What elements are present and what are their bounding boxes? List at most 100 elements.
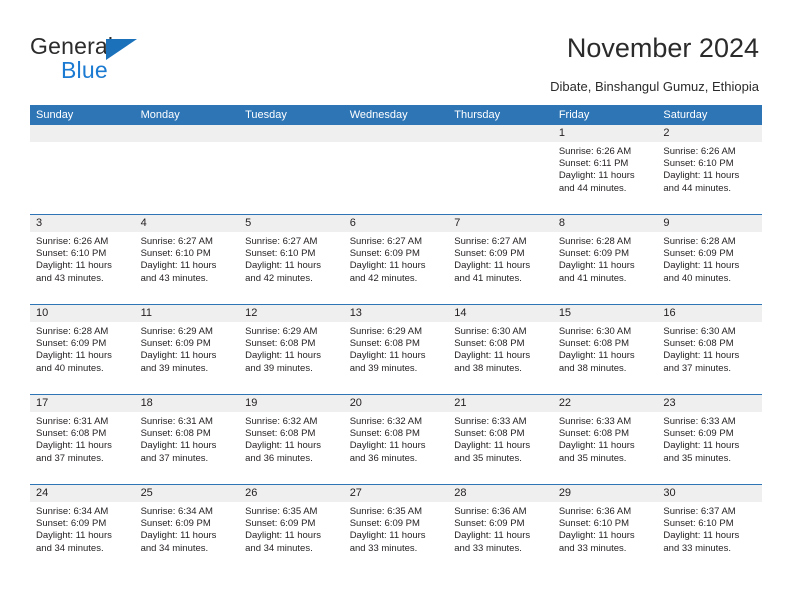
- sunrise-text: Sunrise: 6:32 AM: [349, 416, 423, 427]
- daylight-text-line1: Daylight: 11 hours: [245, 530, 321, 542]
- daylight-text-line2: and 38 minutes.: [558, 362, 627, 374]
- daylight-text-line1: Daylight: 11 hours: [245, 350, 321, 362]
- calendar-day-cell[interactable]: 22 Sunrise: 6:33 AM Sunset: 6:08 PM Dayligh…: [552, 395, 658, 484]
- calendar-day-cell[interactable]: 26 Sunrise: 6:35 AM Sunset: 6:09 PM Dayligh…: [239, 485, 344, 574]
- daylight-text-line2: and 44 minutes.: [663, 182, 731, 194]
- daylight-text-line1: Daylight: 11 hours: [663, 170, 740, 182]
- calendar-day-cell[interactable]: 17 Sunrise: 6:31 AM Sunset: 6:08 PM Dayligh…: [30, 395, 135, 484]
- sunrise-text: Sunrise: 6:31 AM: [140, 416, 213, 427]
- calendar-day-number: [30, 125, 135, 142]
- sunrise-text: Sunrise: 6:28 AM: [36, 326, 109, 337]
- daylight-text-line2: and 34 minutes.: [245, 542, 313, 554]
- sunrise-text: Sunrise: 6:33 AM: [558, 416, 632, 427]
- calendar-day-number: 30: [657, 485, 762, 502]
- daylight-text-line2: and 44 minutes.: [558, 182, 627, 194]
- sunrise-text: Sunrise: 6:33 AM: [454, 416, 527, 427]
- calendar-day-details: Sunrise: 6:32 AM Sunset: 6:08 PM Daylight:…: [239, 412, 344, 465]
- calendar-day-cell[interactable]: 3 Sunrise: 6:26 AM Sunset: 6:10 PM Daylight…: [30, 215, 135, 304]
- calendar-day-cell[interactable]: 15 Sunrise: 6:30 AM Sunset: 6:08 PM Dayligh…: [552, 305, 658, 394]
- calendar-day-cell[interactable]: 25 Sunrise: 6:34 AM Sunset: 6:09 PM Dayligh…: [134, 485, 240, 574]
- calendar-day-cell[interactable]: 24 Sunrise: 6:34 AM Sunset: 6:09 PM Dayligh…: [30, 485, 135, 574]
- sunset-text: Sunset: 6:08 PM: [349, 428, 420, 440]
- daylight-text-line1: Daylight: 11 hours: [663, 350, 740, 362]
- calendar-day-number: 1: [552, 125, 658, 142]
- calendar-day-cell[interactable]: 16 Sunrise: 6:30 AM Sunset: 6:08 PM Dayligh…: [657, 305, 762, 394]
- calendar-day-details: Sunrise: 6:29 AM Sunset: 6:08 PM Daylight:…: [344, 322, 449, 375]
- calendar-day-details: Sunrise: 6:31 AM Sunset: 6:08 PM Daylight:…: [135, 412, 240, 465]
- sunset-text: Sunset: 6:09 PM: [36, 338, 107, 350]
- sunrise-text: Sunrise: 6:26 AM: [36, 236, 109, 247]
- weekday-header-wednesday: Wednesday: [349, 109, 408, 121]
- sunset-text: Sunset: 6:08 PM: [558, 428, 630, 440]
- calendar-day-cell[interactable]: 27 Sunrise: 6:35 AM Sunset: 6:09 PM Dayligh…: [343, 485, 449, 574]
- sunset-text: Sunset: 6:09 PM: [454, 248, 525, 260]
- calendar-day-cell[interactable]: 7 Sunrise: 6:27 AM Sunset: 6:09 PM Daylight…: [448, 215, 553, 304]
- sunrise-text: Sunrise: 6:28 AM: [663, 236, 736, 247]
- daylight-text-line1: Daylight: 11 hours: [558, 440, 635, 452]
- calendar-day-cell[interactable]: 9 Sunrise: 6:28 AM Sunset: 6:09 PM Daylight…: [657, 215, 762, 304]
- calendar-day-cell[interactable]: 6 Sunrise: 6:27 AM Sunset: 6:09 PM Daylight…: [343, 215, 449, 304]
- sunset-text: Sunset: 6:08 PM: [454, 338, 525, 350]
- daylight-text-line1: Daylight: 11 hours: [454, 440, 531, 452]
- calendar-day-details: Sunrise: 6:33 AM Sunset: 6:09 PM Daylight:…: [657, 412, 762, 465]
- daylight-text-line1: Daylight: 11 hours: [140, 350, 217, 362]
- sunrise-text: Sunrise: 6:26 AM: [558, 146, 632, 157]
- sunrise-text: Sunrise: 6:30 AM: [558, 326, 632, 337]
- calendar-day-cell[interactable]: 13 Sunrise: 6:29 AM Sunset: 6:08 PM Dayligh…: [343, 305, 449, 394]
- calendar-day-cell[interactable]: 12 Sunrise: 6:29 AM Sunset: 6:08 PM Dayligh…: [239, 305, 344, 394]
- sunset-text: Sunset: 6:09 PM: [663, 428, 734, 440]
- calendar-day-cell[interactable]: 11 Sunrise: 6:29 AM Sunset: 6:09 PM Dayligh…: [134, 305, 240, 394]
- calendar-week-row: 10 Sunrise: 6:28 AM Sunset: 6:09 PM Dayligh…: [30, 304, 762, 394]
- sunset-text: Sunset: 6:10 PM: [663, 518, 734, 530]
- calendar-day-cell[interactable]: 1 Sunrise: 6:26 AM Sunset: 6:11 PM Daylight…: [552, 125, 658, 214]
- calendar-day-cell[interactable]: 30 Sunrise: 6:37 AM Sunset: 6:10 PM Dayligh…: [657, 485, 762, 574]
- sunrise-text: Sunrise: 6:35 AM: [349, 506, 423, 517]
- calendar-day-cell[interactable]: 14 Sunrise: 6:30 AM Sunset: 6:08 PM Dayligh…: [448, 305, 553, 394]
- brand-logo[interactable]: General Blue: [30, 33, 250, 89]
- daylight-text-line2: and 35 minutes.: [454, 452, 522, 464]
- calendar-day-cell[interactable]: 8 Sunrise: 6:28 AM Sunset: 6:09 PM Daylight…: [552, 215, 658, 304]
- daylight-text-line2: and 40 minutes.: [663, 272, 731, 284]
- daylight-text-line2: and 36 minutes.: [349, 452, 418, 464]
- calendar-day-number: 24: [30, 485, 135, 502]
- calendar-day-cell[interactable]: 29 Sunrise: 6:36 AM Sunset: 6:10 PM Dayligh…: [552, 485, 658, 574]
- calendar-day-details: Sunrise: 6:30 AM Sunset: 6:08 PM Daylight:…: [553, 322, 658, 375]
- calendar-day-cell[interactable]: 5 Sunrise: 6:27 AM Sunset: 6:10 PM Daylight…: [239, 215, 344, 304]
- daylight-text-line2: and 34 minutes.: [36, 542, 104, 554]
- calendar-day-cell[interactable]: 2 Sunrise: 6:26 AM Sunset: 6:10 PM Daylight…: [657, 125, 762, 214]
- calendar-day-cell[interactable]: 10 Sunrise: 6:28 AM Sunset: 6:09 PM Dayligh…: [30, 305, 135, 394]
- sunset-text: Sunset: 6:08 PM: [245, 428, 316, 440]
- calendar-day-cell[interactable]: 4 Sunrise: 6:27 AM Sunset: 6:10 PM Daylight…: [134, 215, 240, 304]
- calendar-day-details: Sunrise: 6:36 AM Sunset: 6:10 PM Daylight:…: [553, 502, 658, 555]
- calendar-day-cell[interactable]: 21 Sunrise: 6:33 AM Sunset: 6:08 PM Dayligh…: [448, 395, 553, 484]
- daylight-text-line2: and 36 minutes.: [245, 452, 313, 464]
- daylight-text-line2: and 33 minutes.: [454, 542, 522, 554]
- calendar-day-number: 16: [657, 305, 762, 322]
- daylight-text-line2: and 39 minutes.: [245, 362, 313, 374]
- daylight-text-line1: Daylight: 11 hours: [454, 260, 531, 272]
- calendar-week-row: 17 Sunrise: 6:31 AM Sunset: 6:08 PM Dayligh…: [30, 394, 762, 484]
- calendar-day-number: 27: [343, 485, 449, 502]
- weekday-header-friday: Friday: [558, 109, 590, 121]
- daylight-text-line2: and 39 minutes.: [349, 362, 418, 374]
- calendar-day-cell[interactable]: 18 Sunrise: 6:31 AM Sunset: 6:08 PM Dayligh…: [134, 395, 240, 484]
- daylight-text-line2: and 37 minutes.: [140, 452, 209, 464]
- daylight-text-line1: Daylight: 11 hours: [36, 260, 112, 272]
- calendar-day-cell[interactable]: 20 Sunrise: 6:32 AM Sunset: 6:08 PM Dayligh…: [343, 395, 449, 484]
- page-header: General Blue November 2024 Dibate, Binsh…: [0, 0, 792, 100]
- calendar-day-number: 19: [239, 395, 344, 412]
- calendar-day-cell[interactable]: 28 Sunrise: 6:36 AM Sunset: 6:09 PM Dayligh…: [448, 485, 553, 574]
- page-subtitle: Dibate, Binshangul Gumuz, Ethiopia: [550, 79, 759, 94]
- daylight-text-line1: Daylight: 11 hours: [140, 440, 217, 452]
- sunset-text: Sunset: 6:08 PM: [349, 338, 420, 350]
- daylight-text-line2: and 37 minutes.: [36, 452, 104, 464]
- calendar-day-cell[interactable]: 23 Sunrise: 6:33 AM Sunset: 6:09 PM Dayligh…: [657, 395, 762, 484]
- sunrise-text: Sunrise: 6:27 AM: [245, 236, 318, 247]
- calendar-day-cell-empty: [30, 125, 135, 214]
- calendar-day-cell[interactable]: 19 Sunrise: 6:32 AM Sunset: 6:08 PM Dayligh…: [239, 395, 344, 484]
- sunrise-text: Sunrise: 6:32 AM: [245, 416, 318, 427]
- calendar-day-details: Sunrise: 6:26 AM Sunset: 6:10 PM Daylight:…: [30, 232, 135, 285]
- daylight-text-line1: Daylight: 11 hours: [349, 530, 426, 542]
- calendar-day-details: Sunrise: 6:31 AM Sunset: 6:08 PM Daylight:…: [30, 412, 135, 465]
- daylight-text-line1: Daylight: 11 hours: [349, 440, 426, 452]
